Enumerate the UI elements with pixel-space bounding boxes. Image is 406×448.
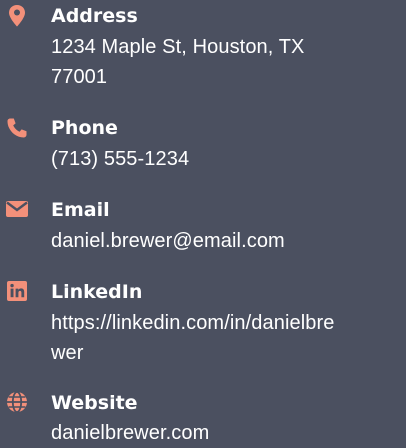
contact-item-email: Email daniel.brewer@email.com (0, 194, 406, 264)
phone-label: Phone (51, 117, 118, 139)
envelope-icon (4, 198, 30, 220)
email-label: Email (51, 199, 110, 221)
linkedin-line-2: wer (51, 342, 84, 364)
contact-item-linkedin: LinkedIn https://linkedin.com/in/danielb… (0, 276, 406, 376)
address-line-1: 1234 Maple St, Houston, TX (51, 36, 305, 58)
address-value: 1234 Maple St, Houston, TX 77001 (51, 32, 403, 92)
phone-value[interactable]: (713) 555-1234 (51, 144, 403, 174)
phone-icon (4, 117, 30, 139)
linkedin-label: LinkedIn (51, 281, 143, 303)
contact-list: Address 1234 Maple St, Houston, TX 77001… (0, 0, 406, 448)
contact-item-phone: Phone (713) 555-1234 (0, 112, 406, 182)
linkedin-icon (4, 280, 30, 302)
email-value[interactable]: daniel.brewer@email.com (51, 226, 403, 256)
website-label: Website (51, 392, 138, 414)
contact-item-website: Website danielbrewer.com (0, 387, 406, 448)
linkedin-line-1: https://linkedin.com/in/danielbre (51, 312, 335, 334)
globe-icon (4, 391, 30, 413)
address-label: Address (51, 5, 138, 27)
website-value[interactable]: danielbrewer.com (51, 418, 403, 448)
linkedin-value[interactable]: https://linkedin.com/in/danielbre wer (51, 308, 403, 368)
address-line-2: 77001 (51, 66, 108, 88)
map-pin-icon (4, 5, 30, 27)
contact-item-address: Address 1234 Maple St, Houston, TX 77001 (0, 0, 406, 100)
